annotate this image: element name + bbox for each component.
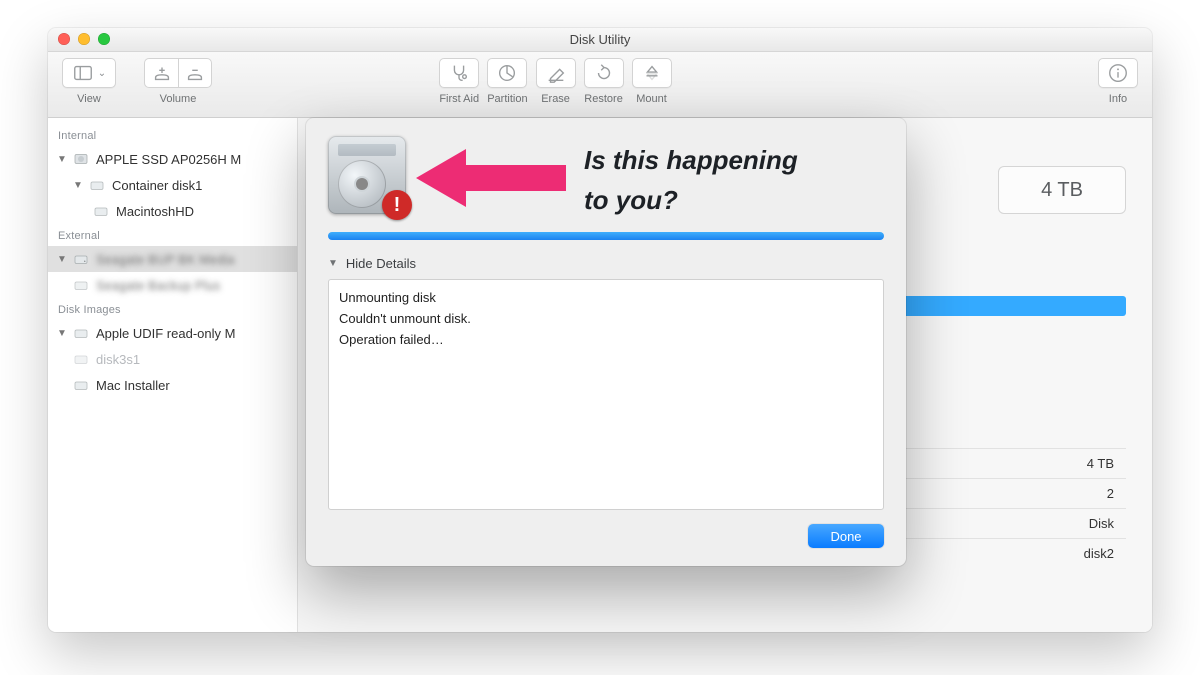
details-toggle[interactable]: ▼ Hide Details <box>328 256 884 271</box>
info-capacity-value: 4 TB <box>1087 456 1114 471</box>
view-label: View <box>77 93 101 105</box>
toolbar: ⌄ View Volume First Aid Par <box>48 52 1152 118</box>
log-output[interactable]: Unmounting disk Couldn't unmount disk. O… <box>328 279 884 510</box>
capacity-button[interactable]: 4 TB <box>998 166 1126 214</box>
volume-icon <box>72 350 90 368</box>
mount-button[interactable] <box>632 58 672 88</box>
info-child-count-value: 2 <box>1107 486 1114 501</box>
first-aid-sheet: Is this happening to you? ▼ Hide Details… <box>306 118 906 566</box>
external-volume-icon <box>72 276 90 294</box>
disk-name: MacintoshHD <box>114 204 194 219</box>
sidebar-item-mac-installer[interactable]: Mac Installer <box>48 372 297 398</box>
info-button[interactable] <box>1098 58 1138 88</box>
restore-button[interactable] <box>584 58 624 88</box>
sidebar-item-macintoshhd[interactable]: MacintoshHD <box>48 198 297 224</box>
tool-info-group: Info <box>1098 58 1138 105</box>
volume-remove-button[interactable] <box>178 58 212 88</box>
volume-icon <box>72 376 90 394</box>
mount-icon <box>641 62 663 84</box>
section-external: External <box>48 224 297 246</box>
restore-icon <box>593 62 615 84</box>
volume-segment <box>144 58 212 88</box>
sidebar-item-container[interactable]: ▼ Container disk1 <box>48 172 297 198</box>
erase-button[interactable] <box>536 58 576 88</box>
first-aid-label: First Aid <box>439 93 479 105</box>
progress-bar <box>328 232 884 240</box>
sidebar-item-internal-disk[interactable]: ▼ APPLE SSD AP0256H M <box>48 146 297 172</box>
log-line: Operation failed… <box>339 330 873 351</box>
erase-icon <box>545 62 567 84</box>
stethoscope-icon <box>448 62 470 84</box>
window-title: Disk Utility <box>48 32 1152 47</box>
section-internal: Internal <box>48 124 297 146</box>
modal-actions: Done <box>328 524 884 548</box>
first-aid-button[interactable] <box>439 58 479 88</box>
arrow-left-icon <box>416 143 566 218</box>
device-value: disk2 <box>1084 546 1114 561</box>
chevron-down-icon: ⌄ <box>98 68 106 79</box>
capacity-row: 4 TB <box>998 166 1126 214</box>
log-line: Unmounting disk <box>339 288 873 309</box>
volume-add-button[interactable] <box>144 58 178 88</box>
mount-label: Mount <box>636 93 667 105</box>
partition-button[interactable] <box>487 58 527 88</box>
disclosure-triangle-icon[interactable]: ▼ <box>72 180 84 191</box>
tool-volume-group: Volume <box>144 58 212 105</box>
volume-icon <box>92 202 110 220</box>
disclosure-triangle-icon[interactable]: ▼ <box>56 254 68 265</box>
volume-label: Volume <box>160 93 197 105</box>
disclosure-triangle-icon[interactable]: ▼ <box>56 328 68 339</box>
info-label: Info <box>1109 93 1127 105</box>
disk-name: disk3s1 <box>94 352 140 367</box>
disk-name: APPLE SSD AP0256H M <box>94 152 241 167</box>
error-badge-icon <box>382 190 412 220</box>
disk-image-icon <box>72 324 90 342</box>
close-window-button[interactable] <box>58 33 70 45</box>
annotation-line-2: to you? <box>584 180 798 220</box>
sidebar-item-image-disk[interactable]: ▼ Apple UDIF read-only M <box>48 320 297 346</box>
annotation-overlay: Is this happening to you? <box>416 140 798 221</box>
disk-name: Seagate Backup Plus <box>94 278 220 293</box>
drive-error-icon <box>328 136 406 214</box>
disclosure-triangle-icon[interactable]: ▼ <box>56 154 68 165</box>
sidebar-item-disk3s1[interactable]: disk3s1 <box>48 346 297 372</box>
details-toggle-label: Hide Details <box>346 256 416 271</box>
tool-view-group: ⌄ View <box>62 58 116 105</box>
annotation-line-1: Is this happening <box>584 140 798 180</box>
window-controls <box>58 33 110 45</box>
volume-minus-icon <box>184 62 206 84</box>
sidebar-icon <box>72 62 94 84</box>
volume-icon <box>88 176 106 194</box>
maximize-window-button[interactable] <box>98 33 110 45</box>
modal-header: Is this happening to you? <box>328 136 884 214</box>
titlebar: Disk Utility <box>48 28 1152 52</box>
disk-name: Mac Installer <box>94 378 170 393</box>
info-icon <box>1107 62 1129 84</box>
view-button[interactable]: ⌄ <box>62 58 116 88</box>
sidebar: Internal ▼ APPLE SSD AP0256H M ▼ Contain… <box>48 118 298 632</box>
sidebar-item-external-disk[interactable]: ▼ Seagate BUP BK Media <box>48 246 297 272</box>
minimize-window-button[interactable] <box>78 33 90 45</box>
info-type-value: Disk <box>1089 516 1114 531</box>
disk-name: Apple UDIF read-only M <box>94 326 235 341</box>
annotation-text: Is this happening to you? <box>584 140 798 221</box>
partition-icon <box>496 62 518 84</box>
disk-name: Container disk1 <box>110 178 202 193</box>
log-line: Couldn't unmount disk. <box>339 309 873 330</box>
erase-label: Erase <box>541 93 570 105</box>
disclosure-triangle-icon: ▼ <box>328 258 338 269</box>
disk-name: Seagate BUP BK Media <box>94 252 235 267</box>
restore-label: Restore <box>584 93 623 105</box>
section-disk-images: Disk Images <box>48 298 297 320</box>
partition-label: Partition <box>487 93 527 105</box>
external-drive-icon <box>72 250 90 268</box>
toolbar-center: First Aid Partition Erase Restore Mount <box>439 58 671 105</box>
done-button[interactable]: Done <box>808 524 884 548</box>
volume-plus-icon <box>151 62 173 84</box>
hard-drive-icon <box>72 150 90 168</box>
sidebar-item-external-volume[interactable]: Seagate Backup Plus <box>48 272 297 298</box>
